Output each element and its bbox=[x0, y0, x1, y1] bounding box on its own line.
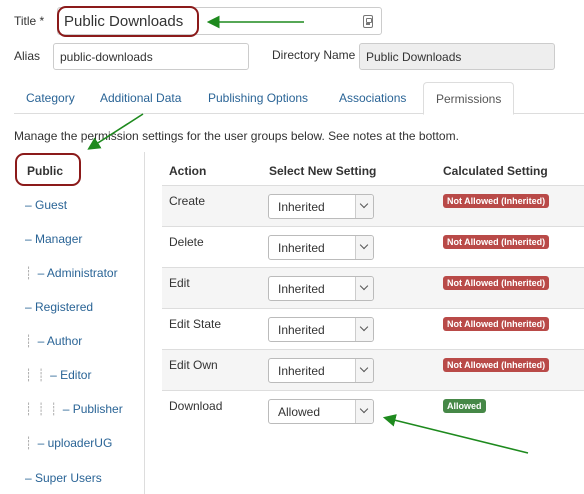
arrow-to-download bbox=[382, 414, 529, 454]
annotation-arrows bbox=[87, 15, 529, 454]
arrow-to-public bbox=[87, 113, 144, 150]
